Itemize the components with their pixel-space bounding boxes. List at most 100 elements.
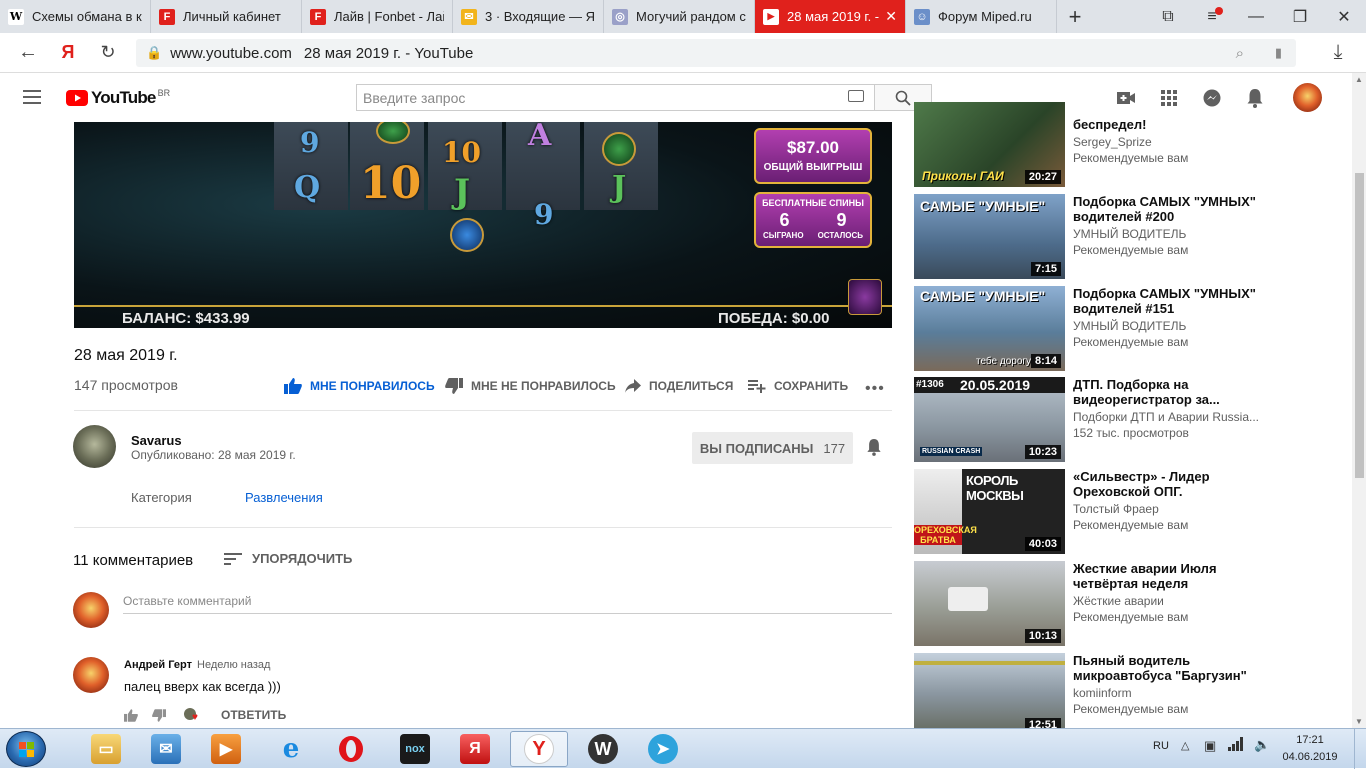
taskbar-yandex-active[interactable]: Y — [510, 731, 568, 767]
tab-2[interactable]: FЛайв | Fonbet - Лайв — [302, 0, 453, 33]
clock[interactable]: 17:21 04.06.2019 — [1278, 734, 1342, 763]
search-input[interactable]: Введите запрос — [356, 84, 875, 111]
yandex-logo-icon[interactable]: Я — [48, 33, 88, 73]
close-window-button[interactable]: ✕ — [1322, 0, 1366, 33]
keyboard-icon[interactable] — [848, 90, 864, 102]
comment-author-avatar[interactable] — [73, 657, 109, 693]
comment-dislike-icon[interactable] — [152, 709, 166, 727]
video-thumbnail[interactable]: 12:51 — [914, 653, 1065, 728]
page-scrollbar[interactable]: ▲ ▼ — [1352, 73, 1366, 728]
video-title[interactable]: Пьяный водитель микроавтобуса "Баргузин"… — [1073, 653, 1263, 683]
hamburger-menu-icon[interactable] — [22, 87, 42, 107]
tab-5-active[interactable]: ▶ 28 мая 2019 г. - ✕ — [755, 0, 906, 33]
bookmark-icon[interactable]: ▮ — [1275, 45, 1282, 61]
taskbar-mail[interactable]: ✉ — [137, 731, 195, 767]
video-channel[interactable]: Подборки ДТП и Аварии Russia... — [1073, 410, 1263, 424]
video-title[interactable]: Подборка САМЫХ "УМНЫХ" водителей #200 — [1073, 194, 1263, 224]
video-thumbnail[interactable]: КОРОЛЬ МОСКВЫ ОРЕХОВСКАЯ БРАТВА 40:03 — [914, 469, 1065, 554]
save-button[interactable]: СОХРАНИТЬ — [748, 378, 848, 394]
video-channel[interactable]: Sergey_Sprize — [1073, 135, 1152, 149]
recommended-video[interactable]: #1306 20.05.2019 RUSSIAN CRASH 10:23 ДТП… — [914, 377, 1354, 463]
comment-like-icon[interactable] — [124, 709, 138, 727]
close-tab-icon[interactable]: ✕ — [885, 8, 897, 25]
tab-4[interactable]: ◎ Могучий рандом с — [604, 0, 755, 33]
back-button[interactable]: ← — [8, 33, 48, 73]
comment-input[interactable]: Оставьте комментарий — [123, 594, 892, 614]
video-thumbnail[interactable]: #1306 20.05.2019 RUSSIAN CRASH 10:23 — [914, 377, 1065, 462]
volume-icon[interactable]: 🔈 — [1254, 737, 1270, 753]
total-win-panel: $87.00 ОБЩИЙ ВЫИГРЫШ — [754, 128, 872, 184]
downloads-icon[interactable]: ⤓ — [1318, 33, 1358, 73]
dislike-button[interactable]: МНЕ НЕ ПОНРАВИЛОСЬ — [445, 378, 616, 394]
share-button[interactable]: ПОДЕЛИТЬСЯ — [625, 378, 733, 394]
windscribe-icon: W — [588, 734, 618, 764]
tab-0[interactable]: WСхемы обмана в казино — [0, 0, 151, 33]
channel-avatar[interactable] — [73, 425, 116, 468]
menu-icon[interactable]: ≡ — [1190, 0, 1234, 33]
video-thumbnail[interactable]: 10:13 — [914, 561, 1065, 646]
video-thumbnail[interactable]: САМЫЕ "УМНЫЕ" тебе дорогу 8:14 — [914, 286, 1065, 371]
taskbar-explorer[interactable]: ▭ — [77, 731, 135, 767]
channel-name[interactable]: Savarus — [131, 433, 182, 448]
reply-button[interactable]: ОТВЕТИТЬ — [221, 708, 286, 722]
recommended-video[interactable]: 10:13 Жесткие аварии Июля четвёртая неде… — [914, 561, 1354, 647]
maximize-button[interactable]: ❐ — [1278, 0, 1322, 33]
video-player[interactable]: 9 10 A Q 10 J 9 J $87.00 ОБЩИЙ ВЫИГРЫШ Б… — [74, 122, 892, 328]
search-page-icon[interactable]: ⌕ — [1236, 45, 1244, 62]
taskbar-media[interactable]: ▶ — [197, 731, 255, 767]
tabs-icon[interactable]: ⧉ — [1146, 0, 1190, 33]
language-indicator[interactable]: RU — [1153, 740, 1169, 752]
video-channel[interactable]: УМНЫЙ ВОДИТЕЛЬ — [1073, 227, 1186, 241]
taskbar-nox[interactable]: nox — [386, 731, 444, 767]
tray-expand-icon[interactable]: △ — [1181, 739, 1189, 752]
video-channel[interactable]: УМНЫЙ ВОДИТЕЛЬ — [1073, 319, 1186, 333]
video-channel[interactable]: komiinform — [1073, 686, 1132, 700]
fonbet-icon: F — [310, 8, 326, 25]
youtube-icon: ▶ — [763, 8, 779, 25]
recommended-video[interactable]: САМЫЕ "УМНЫЕ" тебе дорогу 8:14 Подборка … — [914, 286, 1354, 372]
category-link[interactable]: Развлечения — [245, 490, 323, 505]
comment-time[interactable]: Неделю назад — [197, 659, 270, 671]
more-actions-icon[interactable]: ••• — [865, 380, 885, 398]
youtube-logo[interactable]: YouTube BR — [66, 87, 170, 109]
video-title[interactable]: ДТП. Подборка на видеорегистратор за... — [1073, 377, 1263, 407]
video-title[interactable]: беспредел! — [1073, 117, 1263, 132]
recommended-video[interactable]: КОРОЛЬ МОСКВЫ ОРЕХОВСКАЯ БРАТВА 40:03 «С… — [914, 469, 1354, 555]
tab-6[interactable]: ☺ Форум Miped.ru — [906, 0, 1057, 33]
video-channel[interactable]: Жёсткие аварии — [1073, 594, 1164, 608]
scroll-up-icon[interactable]: ▲ — [1355, 75, 1363, 84]
taskbar-yandex-browser[interactable]: Я — [446, 731, 504, 767]
address-bar: ← Я ↻ 🔒 www.youtube.com 28 мая 2019 г. -… — [0, 33, 1366, 73]
tab-1[interactable]: F Личный кабинет — [151, 0, 302, 33]
taskbar-ie[interactable]: e — [262, 731, 320, 767]
sort-comments-button[interactable]: УПОРЯДОЧИТЬ — [224, 551, 352, 566]
video-title[interactable]: Жесткие аварии Июля четвёртая неделя — [1073, 561, 1263, 591]
scrollbar-thumb[interactable] — [1355, 173, 1364, 478]
url-field[interactable]: 🔒 www.youtube.com 28 мая 2019 г. - YouTu… — [136, 39, 1296, 67]
video-thumbnail[interactable]: САМЫЕ "УМНЫЕ" 7:15 — [914, 194, 1065, 279]
recommended-video[interactable]: 12:51 Пьяный водитель микроавтобуса "Бар… — [914, 653, 1354, 739]
recommended-video[interactable]: Приколы ГАИ 20:27 беспредел! Sergey_Spri… — [914, 100, 1354, 187]
video-meta: 152 тыс. просмотров — [1073, 426, 1189, 440]
like-button[interactable]: МНЕ ПОНРАВИЛОСЬ — [284, 378, 435, 394]
show-desktop-button[interactable] — [1354, 729, 1366, 769]
video-title[interactable]: Подборка САМЫХ "УМНЫХ" водителей #151 — [1073, 286, 1263, 316]
comment-author[interactable]: Андрей Герт — [124, 659, 192, 671]
taskbar-windscribe[interactable]: W — [574, 731, 632, 767]
notification-bell-icon[interactable] — [866, 438, 882, 461]
minimize-button[interactable]: — — [1234, 0, 1278, 33]
taskbar-telegram[interactable]: ➤ — [634, 731, 692, 767]
reload-button[interactable]: ↻ — [88, 33, 128, 73]
scroll-down-icon[interactable]: ▼ — [1355, 717, 1363, 726]
subscribed-button[interactable]: ВЫ ПОДПИСАНЫ 177 — [692, 432, 853, 464]
video-channel[interactable]: Толстый Фраер — [1073, 502, 1159, 516]
taskbar-opera[interactable] — [322, 731, 380, 767]
video-thumbnail[interactable]: Приколы ГАИ 20:27 — [914, 102, 1065, 187]
tab-3[interactable]: ✉3 · Входящие — Яндекс — [453, 0, 604, 33]
recommended-video[interactable]: САМЫЕ "УМНЫЕ" 7:15 Подборка САМЫХ "УМНЫХ… — [914, 194, 1354, 280]
video-title[interactable]: «Сильвестр» - Лидер Ореховской ОПГ. Жизн… — [1073, 469, 1263, 499]
new-tab-button[interactable]: + — [1057, 0, 1093, 33]
network-signal-icon[interactable] — [1228, 737, 1244, 756]
tray-app-icon[interactable]: ▣ — [1204, 738, 1216, 754]
start-button[interactable] — [6, 731, 46, 767]
